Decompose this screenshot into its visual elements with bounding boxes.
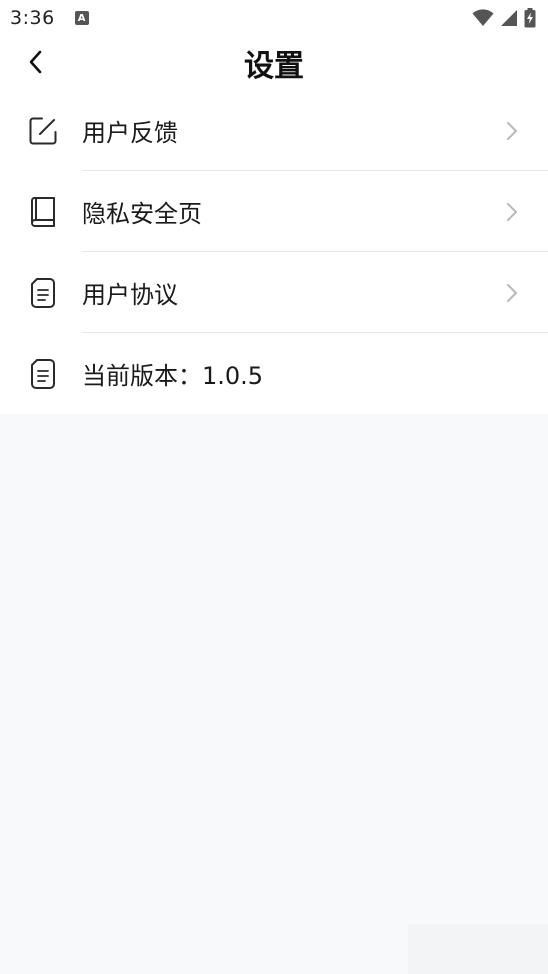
book-icon bbox=[25, 194, 61, 230]
status-bar: 3:36 A bbox=[0, 0, 548, 36]
settings-item-agreement[interactable]: 用户协议 bbox=[0, 252, 548, 333]
document-icon bbox=[25, 275, 61, 311]
version-label: 当前版本：1.0.5 bbox=[82, 362, 264, 390]
edit-icon bbox=[25, 113, 61, 149]
corner-shade bbox=[408, 924, 548, 974]
wifi-icon bbox=[472, 9, 494, 26]
notification-icon: A bbox=[74, 11, 89, 25]
battery-charging-icon bbox=[524, 8, 536, 28]
status-right bbox=[472, 8, 536, 28]
settings-item-label: 用户反馈 bbox=[82, 119, 178, 147]
chevron-right-icon bbox=[502, 283, 522, 303]
status-left: 3:36 A bbox=[10, 7, 89, 29]
back-button[interactable] bbox=[18, 44, 54, 80]
settings-item-label: 用户协议 bbox=[82, 281, 178, 309]
settings-item-privacy[interactable]: 隐私安全页 bbox=[0, 171, 548, 252]
page-title: 设置 bbox=[244, 49, 304, 84]
signal-icon bbox=[501, 10, 517, 26]
chevron-right-icon bbox=[502, 121, 522, 141]
settings-item-label: 隐私安全页 bbox=[82, 200, 202, 228]
settings-item-feedback[interactable]: 用户反馈 bbox=[0, 90, 548, 171]
settings-list: 用户反馈 隐私安全页 用户协议 当前版本：1.0.5 bbox=[0, 90, 548, 414]
top-area: 3:36 A 设置 bbox=[0, 0, 548, 90]
chevron-right-icon bbox=[502, 202, 522, 222]
status-time: 3:36 bbox=[10, 7, 55, 29]
settings-screen: 3:36 A 设置 用户反馈 隐私安全页 用户协议 当前版本：1.0.5 bbox=[0, 0, 548, 974]
chevron-left-icon bbox=[29, 50, 42, 74]
header-bar: 设置 bbox=[0, 36, 548, 90]
document-icon bbox=[25, 356, 61, 392]
settings-item-version: 当前版本：1.0.5 bbox=[0, 333, 548, 414]
